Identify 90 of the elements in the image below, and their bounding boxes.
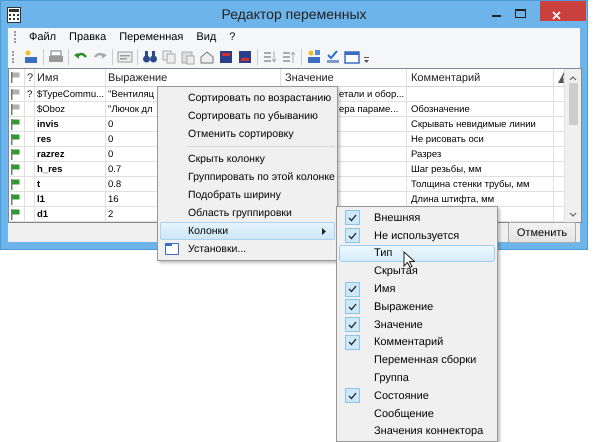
menu-item[interactable]: Группа: [339, 369, 495, 387]
column-header[interactable]: Выражение: [108, 72, 168, 84]
close-icon: [552, 10, 560, 20]
column-header[interactable]: Комментарий: [411, 72, 480, 84]
menu-item[interactable]: Сообщение: [339, 404, 495, 423]
flag-icon: [11, 134, 20, 144]
checkmark-icon[interactable]: [325, 49, 341, 65]
column-header[interactable]: Имя: [37, 72, 58, 84]
menu-item[interactable]: Тип: [339, 244, 495, 262]
table-cell: d1: [37, 208, 48, 220]
menu-item[interactable]: Сортировать по убыванию: [160, 107, 335, 125]
table-cell: Скрывать невидимые линии: [411, 118, 536, 130]
menu-item[interactable]: Вид: [190, 30, 222, 44]
menu-item[interactable]: Состояние: [339, 386, 495, 405]
checkmark-icon: [348, 232, 356, 240]
menu-item[interactable]: Область группировки: [160, 204, 335, 222]
house-icon[interactable]: [199, 49, 215, 65]
print-icon[interactable]: [48, 49, 64, 65]
table-cell: res: [37, 134, 52, 144]
table-cell: Не рисовать оси: [411, 134, 484, 144]
window-icon[interactable]: [344, 49, 360, 65]
menu-item[interactable]: Группировать по этой колонке: [160, 168, 335, 186]
scroll-up-icon[interactable]: [569, 75, 577, 81]
checkmark-icon: [348, 214, 356, 222]
table-cell: Обозначение: [411, 104, 470, 114]
close-button[interactable]: [540, 1, 586, 21]
menu-item[interactable]: Отменить сортировку: [160, 125, 335, 143]
window-title: Редактор переменных: [221, 6, 367, 22]
menu-item[interactable]: Сортировать по возрастанию: [160, 89, 335, 107]
table-cell: 16: [108, 194, 119, 204]
flag-icon: [11, 72, 20, 83]
menu-item[interactable]: Внешняя: [339, 209, 495, 227]
cancel-button[interactable]: Отменить: [508, 222, 576, 243]
table-cell: invis: [37, 118, 59, 130]
menu-item[interactable]: ?: [223, 30, 242, 44]
menu-item[interactable]: Комментарий: [339, 334, 495, 352]
table-cell: t: [37, 178, 40, 190]
table-cell: $Oboz: [37, 104, 65, 114]
flag-icon: [11, 148, 20, 160]
menu-item[interactable]: Скрытая: [339, 262, 495, 280]
search-icon[interactable]: [142, 49, 158, 65]
maximize-icon[interactable]: [515, 9, 526, 18]
checkmark-icon: [348, 392, 356, 400]
table-cell: Толщина стенки трубы, мм: [411, 178, 530, 190]
table-cell: Длина штифта, мм: [411, 194, 494, 204]
scrollbar[interactable]: [564, 69, 581, 222]
table-cell: 0.8: [108, 178, 122, 190]
table-cell: 2: [108, 208, 114, 220]
flag-icon: [11, 118, 20, 130]
table-cell: 0: [108, 148, 114, 160]
column-header[interactable]: ?: [27, 72, 34, 84]
menu-item[interactable]: Колонки: [160, 222, 335, 240]
table-cell: ера параме...: [339, 104, 398, 114]
submenu-arrow-icon: [322, 228, 326, 234]
menu-item[interactable]: Переменная: [113, 30, 190, 44]
menu-item[interactable]: Значение: [339, 316, 495, 334]
flag-icon: [11, 178, 20, 190]
table-cell: етали и обор...: [339, 88, 404, 100]
table-cell: "Лючок дл: [108, 104, 153, 114]
menu-item[interactable]: Файл: [23, 30, 62, 44]
menu-item[interactable]: Имя: [339, 280, 495, 298]
menu-item[interactable]: Не используется: [339, 226, 495, 245]
menu-item[interactable]: Значения коннектора: [339, 422, 495, 440]
scrollbar-thumb[interactable]: [568, 83, 578, 125]
table-cell: Шаг резьбы, мм: [411, 164, 482, 174]
window-icon: [165, 243, 179, 255]
table-cell: 0: [108, 134, 114, 144]
status-mark: ?: [27, 88, 32, 100]
menu-item[interactable]: Выражение: [339, 298, 495, 316]
table-cell: l1: [37, 194, 45, 204]
flag-icon: [11, 88, 20, 100]
menu-item[interactable]: Установки...: [160, 240, 335, 258]
table-cell: h_res: [37, 164, 62, 174]
document-icon[interactable]: [117, 49, 133, 65]
table-cell: 0.7: [108, 164, 122, 174]
column-header[interactable]: Значение: [285, 72, 334, 84]
flag-icon: [11, 194, 20, 204]
menu-item[interactable]: Правка: [63, 30, 112, 44]
flag-icon: [11, 104, 20, 114]
scroll-down-icon[interactable]: [569, 212, 577, 218]
menu-item[interactable]: Скрыть колонку: [160, 150, 335, 168]
menu-item[interactable]: Переменная сборки: [339, 351, 495, 370]
table-cell: "Вентиляц: [108, 88, 154, 100]
menu-item[interactable]: Подобрать ширину: [160, 186, 335, 204]
table-cell: $TypeCommu...: [37, 88, 104, 100]
table-cell: razrez: [37, 148, 64, 160]
flag-icon: [11, 164, 20, 174]
table-cell: Разрез: [411, 148, 442, 160]
table-cell: 0: [108, 118, 114, 130]
flag-icon: [11, 208, 20, 220]
